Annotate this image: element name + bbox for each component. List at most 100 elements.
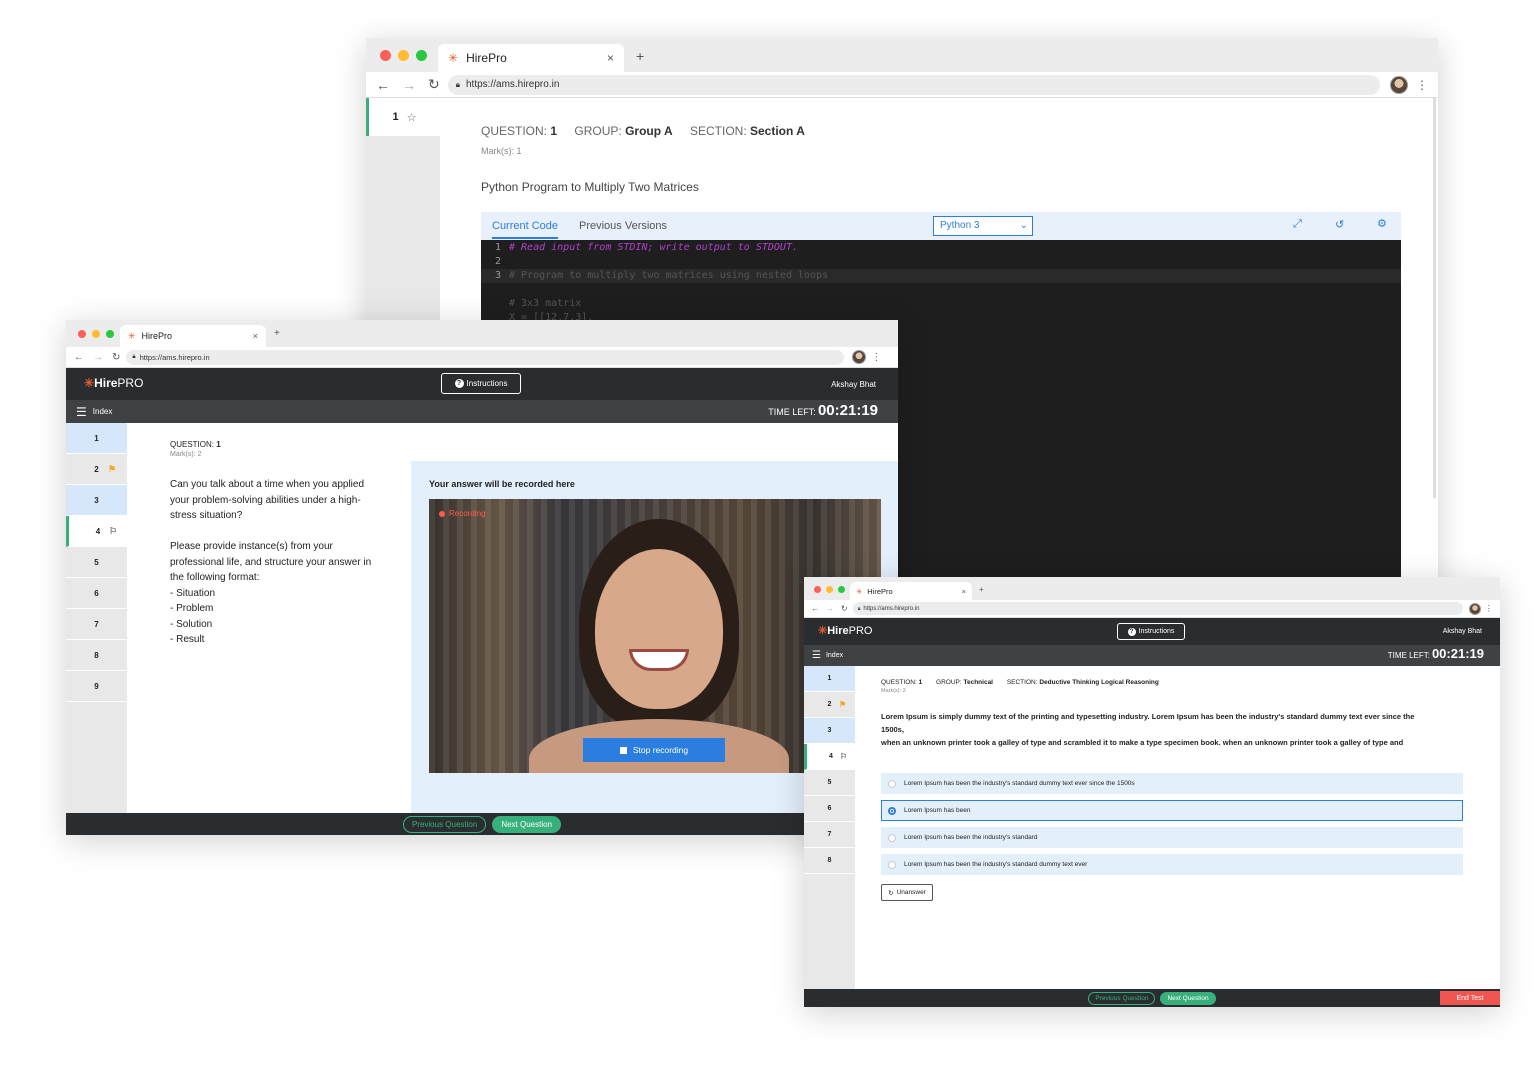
index-label[interactable]: Index bbox=[826, 652, 843, 659]
sidebar-item-1[interactable]: 1 bbox=[804, 666, 855, 692]
new-tab-icon[interactable]: + bbox=[979, 585, 984, 594]
sidebar-item-1[interactable]: 1 ☆ bbox=[366, 98, 440, 136]
avatar[interactable] bbox=[852, 350, 867, 364]
back-arrow-icon[interactable]: ← bbox=[74, 352, 84, 363]
scrollbar[interactable] bbox=[1433, 98, 1436, 498]
sidebar-item-6[interactable]: 6 bbox=[804, 796, 855, 822]
reload-icon[interactable]: ↻ bbox=[112, 352, 120, 363]
forward-arrow-icon[interactable]: → bbox=[93, 352, 103, 363]
tab-current-code[interactable]: Current Code bbox=[492, 220, 559, 239]
close-window-dot[interactable] bbox=[78, 330, 86, 338]
sidebar-item-8[interactable]: 8 bbox=[804, 848, 855, 874]
app-header: ✳ Hire PRO ? Instructions Akshay Bhat bbox=[66, 368, 898, 400]
hamburger-icon[interactable]: ☰ bbox=[812, 650, 821, 661]
browser-tab[interactable]: ✳ HirePro × bbox=[850, 582, 972, 600]
maximize-window-dot[interactable] bbox=[416, 50, 427, 61]
gear-icon[interactable]: ⚙ bbox=[1377, 217, 1387, 230]
minimize-window-dot[interactable] bbox=[398, 50, 409, 61]
url-field[interactable]: 🔒︎ https://ams.hirepro.in bbox=[126, 349, 845, 365]
forward-arrow-icon[interactable]: → bbox=[402, 77, 416, 93]
reload-icon[interactable]: ↻ bbox=[428, 76, 440, 93]
option-4[interactable]: Lorem Ipsum has been the industry's stan… bbox=[881, 854, 1463, 875]
tab-previous-versions[interactable]: Previous Versions bbox=[579, 220, 667, 232]
hirepro-logo: ✳ Hire PRO bbox=[818, 624, 873, 638]
sidebar-item-4[interactable]: 4 ⚐ bbox=[66, 516, 127, 547]
url-field[interactable]: 🔒︎ https://ams.hirepro.in bbox=[447, 74, 1381, 95]
menu-icon[interactable]: ⋮ bbox=[1485, 604, 1493, 613]
language-select[interactable]: Python 3 ⌄ bbox=[933, 216, 1033, 236]
timer: TIME LEFT: 00:21:19 bbox=[1387, 646, 1484, 661]
instructions-button[interactable]: ? Instructions bbox=[441, 373, 521, 394]
forward-arrow-icon[interactable]: → bbox=[826, 604, 834, 613]
new-tab-icon[interactable]: + bbox=[274, 328, 280, 339]
close-tab-icon[interactable]: × bbox=[962, 587, 966, 596]
sidebar-item-2[interactable]: 2 ⚑ bbox=[804, 692, 855, 718]
new-tab-icon[interactable]: + bbox=[636, 48, 644, 64]
avatar[interactable] bbox=[1390, 75, 1408, 94]
lock-icon: 🔒︎ bbox=[132, 353, 136, 360]
reset-icon[interactable]: ↺ bbox=[1335, 218, 1344, 231]
menu-icon[interactable]: ⋮ bbox=[871, 352, 881, 363]
lock-icon: 🔒︎ bbox=[455, 79, 460, 89]
end-test-button[interactable]: End Test bbox=[1440, 991, 1500, 1005]
sidebar-item-7[interactable]: 7 bbox=[66, 609, 127, 640]
close-window-dot[interactable] bbox=[380, 50, 391, 61]
hamburger-icon[interactable]: ☰ bbox=[76, 405, 87, 419]
address-bar: ← → ↻ 🔒︎ https://ams.hirepro.in ⋮ bbox=[66, 347, 898, 368]
next-question-button[interactable]: Next Question bbox=[1160, 991, 1216, 1005]
sidebar-item-4[interactable]: 4 ⚐ bbox=[804, 744, 855, 770]
back-arrow-icon[interactable]: ← bbox=[811, 604, 819, 613]
marks: Mark(s): 2 bbox=[170, 451, 202, 458]
option-1[interactable]: Lorem Ipsum has been the industry's stan… bbox=[881, 773, 1463, 794]
sidebar-item-6[interactable]: 6 bbox=[66, 578, 127, 609]
previous-question-button[interactable]: Previous Question bbox=[1088, 991, 1156, 1005]
tab-title: HirePro bbox=[466, 51, 507, 65]
maximize-window-dot[interactable] bbox=[106, 330, 114, 338]
sidebar-item-2[interactable]: 2 ⚑ bbox=[66, 454, 127, 485]
expand-icon[interactable]: ⤢ bbox=[1293, 218, 1302, 231]
stop-recording-button[interactable]: Stop recording bbox=[583, 738, 725, 762]
star-icon[interactable]: ☆ bbox=[407, 111, 417, 124]
sidebar-item-3[interactable]: 3 bbox=[66, 485, 127, 516]
maximize-window-dot[interactable] bbox=[838, 586, 845, 593]
sidebar-item-7[interactable]: 7 bbox=[804, 822, 855, 848]
tab-bar: ✳ HirePro × + bbox=[66, 320, 898, 347]
option-3[interactable]: Lorem Ipsum has been the industry's stan… bbox=[881, 827, 1463, 848]
next-question-button[interactable]: Next Question bbox=[492, 815, 562, 833]
previous-question-button[interactable]: Previous Question bbox=[402, 815, 487, 833]
back-arrow-icon[interactable]: ← bbox=[376, 77, 390, 93]
person-face bbox=[595, 549, 723, 709]
browser-tab[interactable]: ✳ HirePro × bbox=[438, 44, 624, 72]
avatar[interactable] bbox=[1468, 602, 1481, 615]
sidebar-item-3[interactable]: 3 bbox=[804, 718, 855, 744]
sidebar-item-5[interactable]: 5 bbox=[66, 547, 127, 578]
sidebar-item-5[interactable]: 5 bbox=[804, 770, 855, 796]
reload-icon[interactable]: ↻ bbox=[841, 604, 848, 613]
sidebar-item-9[interactable]: 9 bbox=[66, 671, 127, 702]
flag-filled-icon: ⚑ bbox=[839, 700, 847, 709]
close-window-dot[interactable] bbox=[814, 586, 821, 593]
recording-indicator: Recording bbox=[439, 509, 485, 518]
minimize-window-dot[interactable] bbox=[826, 586, 833, 593]
url-field[interactable]: 🔒︎ https://ams.hirepro.in bbox=[852, 602, 1463, 615]
close-tab-icon[interactable]: × bbox=[607, 51, 614, 65]
address-bar: ← → ↻ 🔒︎ https://ams.hirepro.in ⋮ bbox=[366, 72, 1438, 98]
flag-filled-icon: ⚑ bbox=[108, 463, 117, 474]
close-tab-icon[interactable]: × bbox=[253, 331, 258, 341]
footer-bar: Previous Question Next Question bbox=[66, 813, 898, 835]
chevron-down-icon: ⌄ bbox=[1019, 220, 1028, 231]
sidebar-item-8[interactable]: 8 bbox=[66, 640, 127, 671]
question-sidebar: 1 2 ⚑ 3 4 ⚐ 5 6 7 8 9 bbox=[66, 423, 127, 813]
code-area[interactable]: 1 # Read input from STDIN; write output t… bbox=[481, 240, 1401, 325]
index-label[interactable]: Index bbox=[93, 407, 113, 416]
question-meta: QUESTION: 1 GROUP: Group A SECTION: Sect… bbox=[481, 124, 805, 138]
unanswer-button[interactable]: ↻ Unanswer bbox=[881, 884, 933, 901]
user-name: Akshay Bhat bbox=[831, 380, 876, 389]
browser-window-video: ✳ HirePro × + ← → ↻ 🔒︎ https://ams.hirep… bbox=[66, 320, 898, 835]
sidebar-item-1[interactable]: 1 bbox=[66, 423, 127, 454]
instructions-button[interactable]: ? Instructions bbox=[1117, 623, 1185, 640]
minimize-window-dot[interactable] bbox=[92, 330, 100, 338]
browser-tab[interactable]: ✳ HirePro × bbox=[120, 325, 266, 347]
menu-icon[interactable]: ⋮ bbox=[1416, 78, 1428, 92]
option-2-selected[interactable]: Lorem Ipsum has been bbox=[881, 800, 1463, 821]
